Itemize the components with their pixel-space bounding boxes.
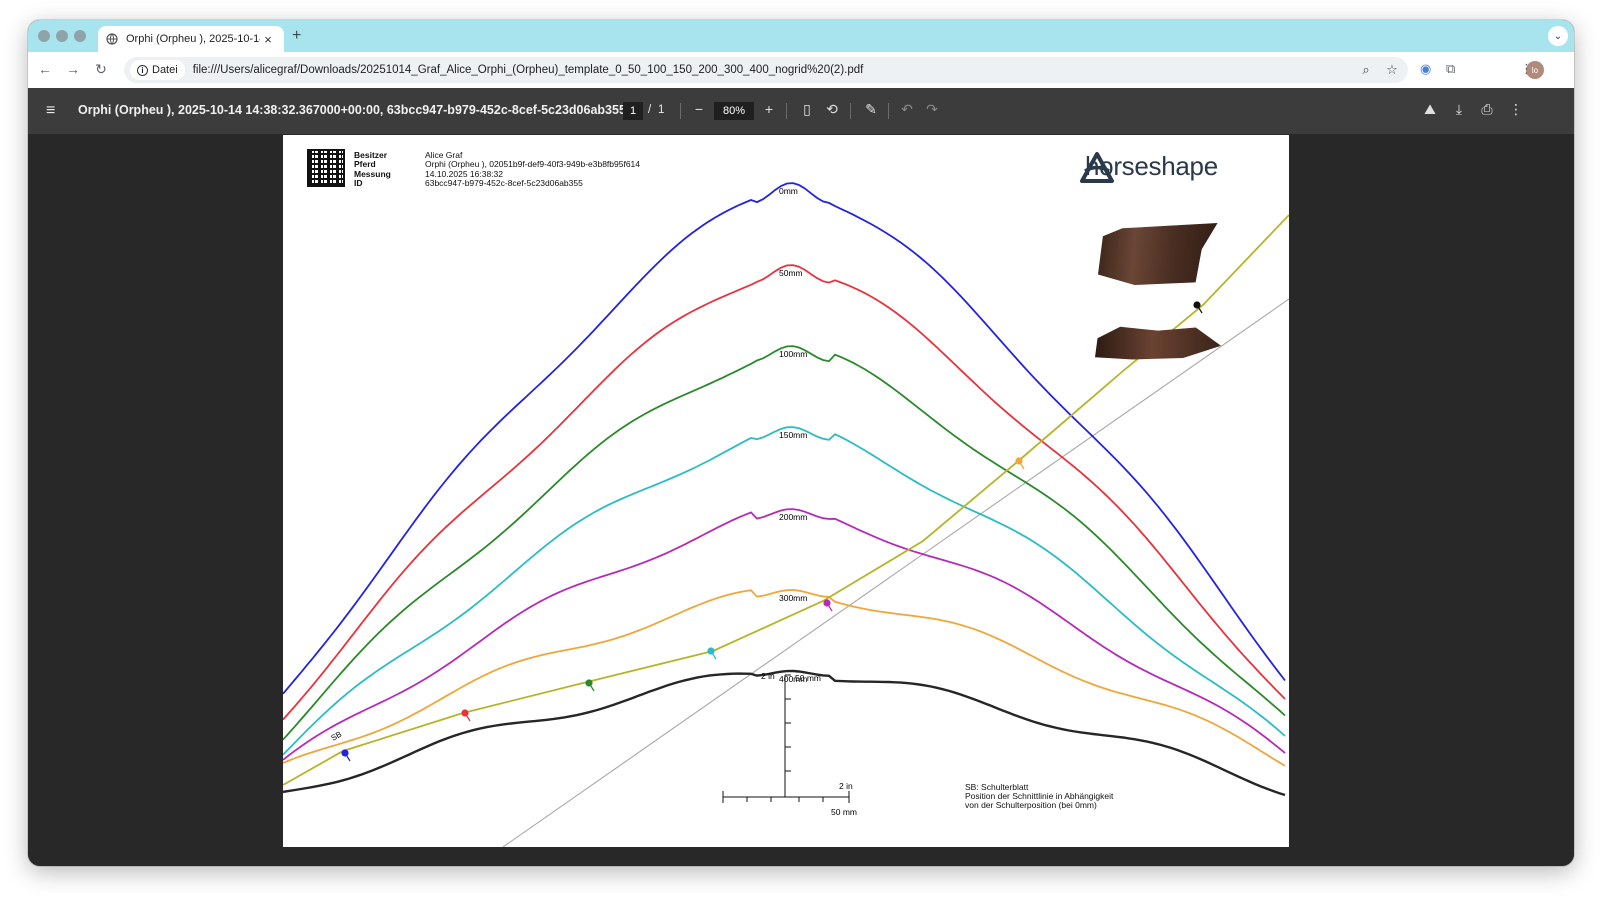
new-tab-button[interactable]: +: [292, 27, 301, 45]
zoom-out-button[interactable]: −: [690, 101, 708, 117]
tab-title: Orphi (Orpheu ), 2025-10-14: [126, 33, 260, 45]
info-icon: i: [137, 64, 148, 76]
tab-strip: Orphi (Orpheu ), 2025-10-14 × + ⌄: [28, 20, 1574, 52]
meta-label-id: ID: [354, 177, 363, 188]
zoom-magnifier-icon[interactable]: ⌕: [1356, 62, 1376, 78]
curve-label-150mm: 150mm: [779, 430, 807, 440]
horseshape-logo: horseshape: [1079, 151, 1218, 183]
shoulder-note: SB: Schulterblatt Position der Schnittli…: [965, 783, 1113, 810]
page-total: 1: [658, 104, 665, 116]
minimize-window-button[interactable]: [56, 30, 68, 42]
back-arrow-icon[interactable]: ←: [36, 61, 54, 77]
tab-active[interactable]: Orphi (Orpheu ), 2025-10-14 ×: [98, 26, 284, 52]
curve-label-50mm: 50mm: [779, 268, 803, 278]
curve-label-200mm: 200mm: [779, 512, 807, 522]
sb-label: SB: [330, 730, 344, 743]
save-to-drive-icon[interactable]: ⛰: [1421, 101, 1439, 118]
site-info-chip[interactable]: i Datei: [130, 60, 185, 80]
pdf-viewer[interactable]: 0mm 50mm 100mm 150mm 200mm 300mm 400mm SB 2 in…: [28, 134, 1574, 866]
toolbar-divider: [786, 103, 787, 119]
note-line: von der Schulterposition (bei 0mm): [965, 800, 1097, 810]
curve-label-0mm: 0mm: [779, 186, 798, 196]
globe-icon: [106, 33, 118, 45]
tab-search-chevron-icon[interactable]: ⌄: [1548, 26, 1568, 46]
close-window-button[interactable]: [38, 30, 50, 42]
redo-icon[interactable]: ↷: [923, 101, 941, 118]
scale-top-mm-label: 50 mm: [795, 673, 821, 683]
qr-code: [307, 149, 345, 187]
reference-line: [502, 298, 1289, 847]
tab-close-icon[interactable]: ×: [260, 32, 276, 47]
bookmark-star-icon[interactable]: ☆: [1382, 62, 1402, 78]
page-separator: /: [648, 104, 652, 116]
curve-label-300mm: 300mm: [779, 593, 807, 603]
annotate-pen-icon[interactable]: ✎: [862, 101, 880, 118]
horseshape-logo-icon: [1080, 152, 1114, 183]
profile-curve-400mm: [283, 669, 1286, 797]
print-icon[interactable]: ⎙: [1478, 101, 1496, 118]
toolbar-divider: [680, 103, 681, 119]
undo-icon[interactable]: ↶: [898, 101, 916, 118]
zoom-level-input[interactable]: 80%: [714, 102, 754, 120]
rotate-icon[interactable]: ⟲: [823, 101, 841, 118]
browser-window: Orphi (Orpheu ), 2025-10-14 × + ⌄ ← → ↻ …: [28, 20, 1574, 866]
page-number-input[interactable]: 1: [623, 102, 643, 120]
curve-label-100mm: 100mm: [779, 349, 807, 359]
zoom-in-button[interactable]: +: [760, 101, 778, 117]
measurement-metadata: Besitzer Pferd Messung ID Alice Graf Orp…: [354, 150, 640, 188]
url-text[interactable]: file:///Users/alicegraf/Downloads/202510…: [193, 64, 1350, 76]
scale-bar: [722, 674, 850, 803]
browser-toolbar: ← → ↻ i Datei file:///Users/alicegraf/Do…: [28, 52, 1574, 88]
sidebar-menu-icon[interactable]: ≡: [46, 102, 55, 120]
pdf-page: 0mm 50mm 100mm 150mm 200mm 300mm 400mm SB 2 in…: [283, 135, 1289, 847]
scale-right-inch-label: 2 in: [839, 781, 853, 791]
download-icon[interactable]: ⤓: [1450, 101, 1468, 118]
address-bar[interactable]: i Datei file:///Users/alicegraf/Download…: [124, 57, 1408, 83]
browser-menu-icon[interactable]: ⋮: [1520, 61, 1533, 77]
shoulder-markers: [341, 301, 1203, 762]
scale-top-inch-label: 2 in: [761, 671, 775, 681]
pdf-title: Orphi (Orpheu ), 2025-10-14 14:38:32.367…: [78, 103, 626, 117]
zoom-window-button[interactable]: [74, 30, 86, 42]
fit-page-icon[interactable]: ▯: [798, 101, 816, 118]
pdf-toolbar: ≡ Orphi (Orpheu ), 2025-10-14 14:38:32.3…: [28, 88, 1574, 134]
toolbar-divider: [888, 103, 889, 119]
meta-value-id: 63bcc947-b979-452c-8cef-5c23d06ab355: [425, 177, 583, 188]
site-info-label: Datei: [152, 64, 178, 76]
scale-bottom-mm-label: 50 mm: [831, 807, 857, 817]
toolbar-divider: [850, 103, 851, 119]
password-manager-icon[interactable]: ◉: [1420, 61, 1431, 77]
extensions-puzzle-icon[interactable]: ⧉: [1446, 61, 1455, 77]
more-options-icon[interactable]: ⋮: [1507, 101, 1525, 118]
forward-arrow-icon[interactable]: →: [64, 61, 82, 77]
reload-icon[interactable]: ↻: [92, 61, 110, 78]
